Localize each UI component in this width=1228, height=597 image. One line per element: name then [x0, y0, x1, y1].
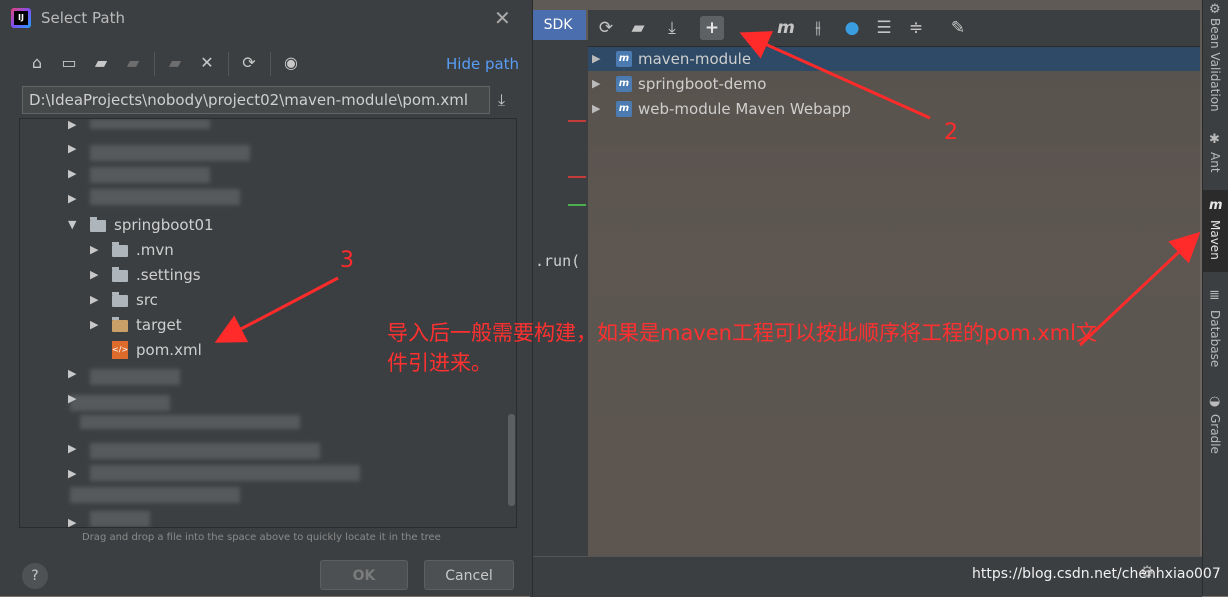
- watermark: https://blog.csdn.net/chenhxiao007: [972, 566, 1221, 582]
- annotation-number: 3: [340, 248, 354, 273]
- annotation-number: 2: [944, 120, 958, 145]
- arrow-to-pom: [214, 276, 339, 343]
- arrow-to-add-button: [739, 31, 931, 120]
- annotation-text: 导入后一般需要构建，如果是maven工程可以按此顺序将工程的pom.xml文件引…: [387, 321, 1098, 375]
- annotation-arrows: [214, 31, 1201, 347]
